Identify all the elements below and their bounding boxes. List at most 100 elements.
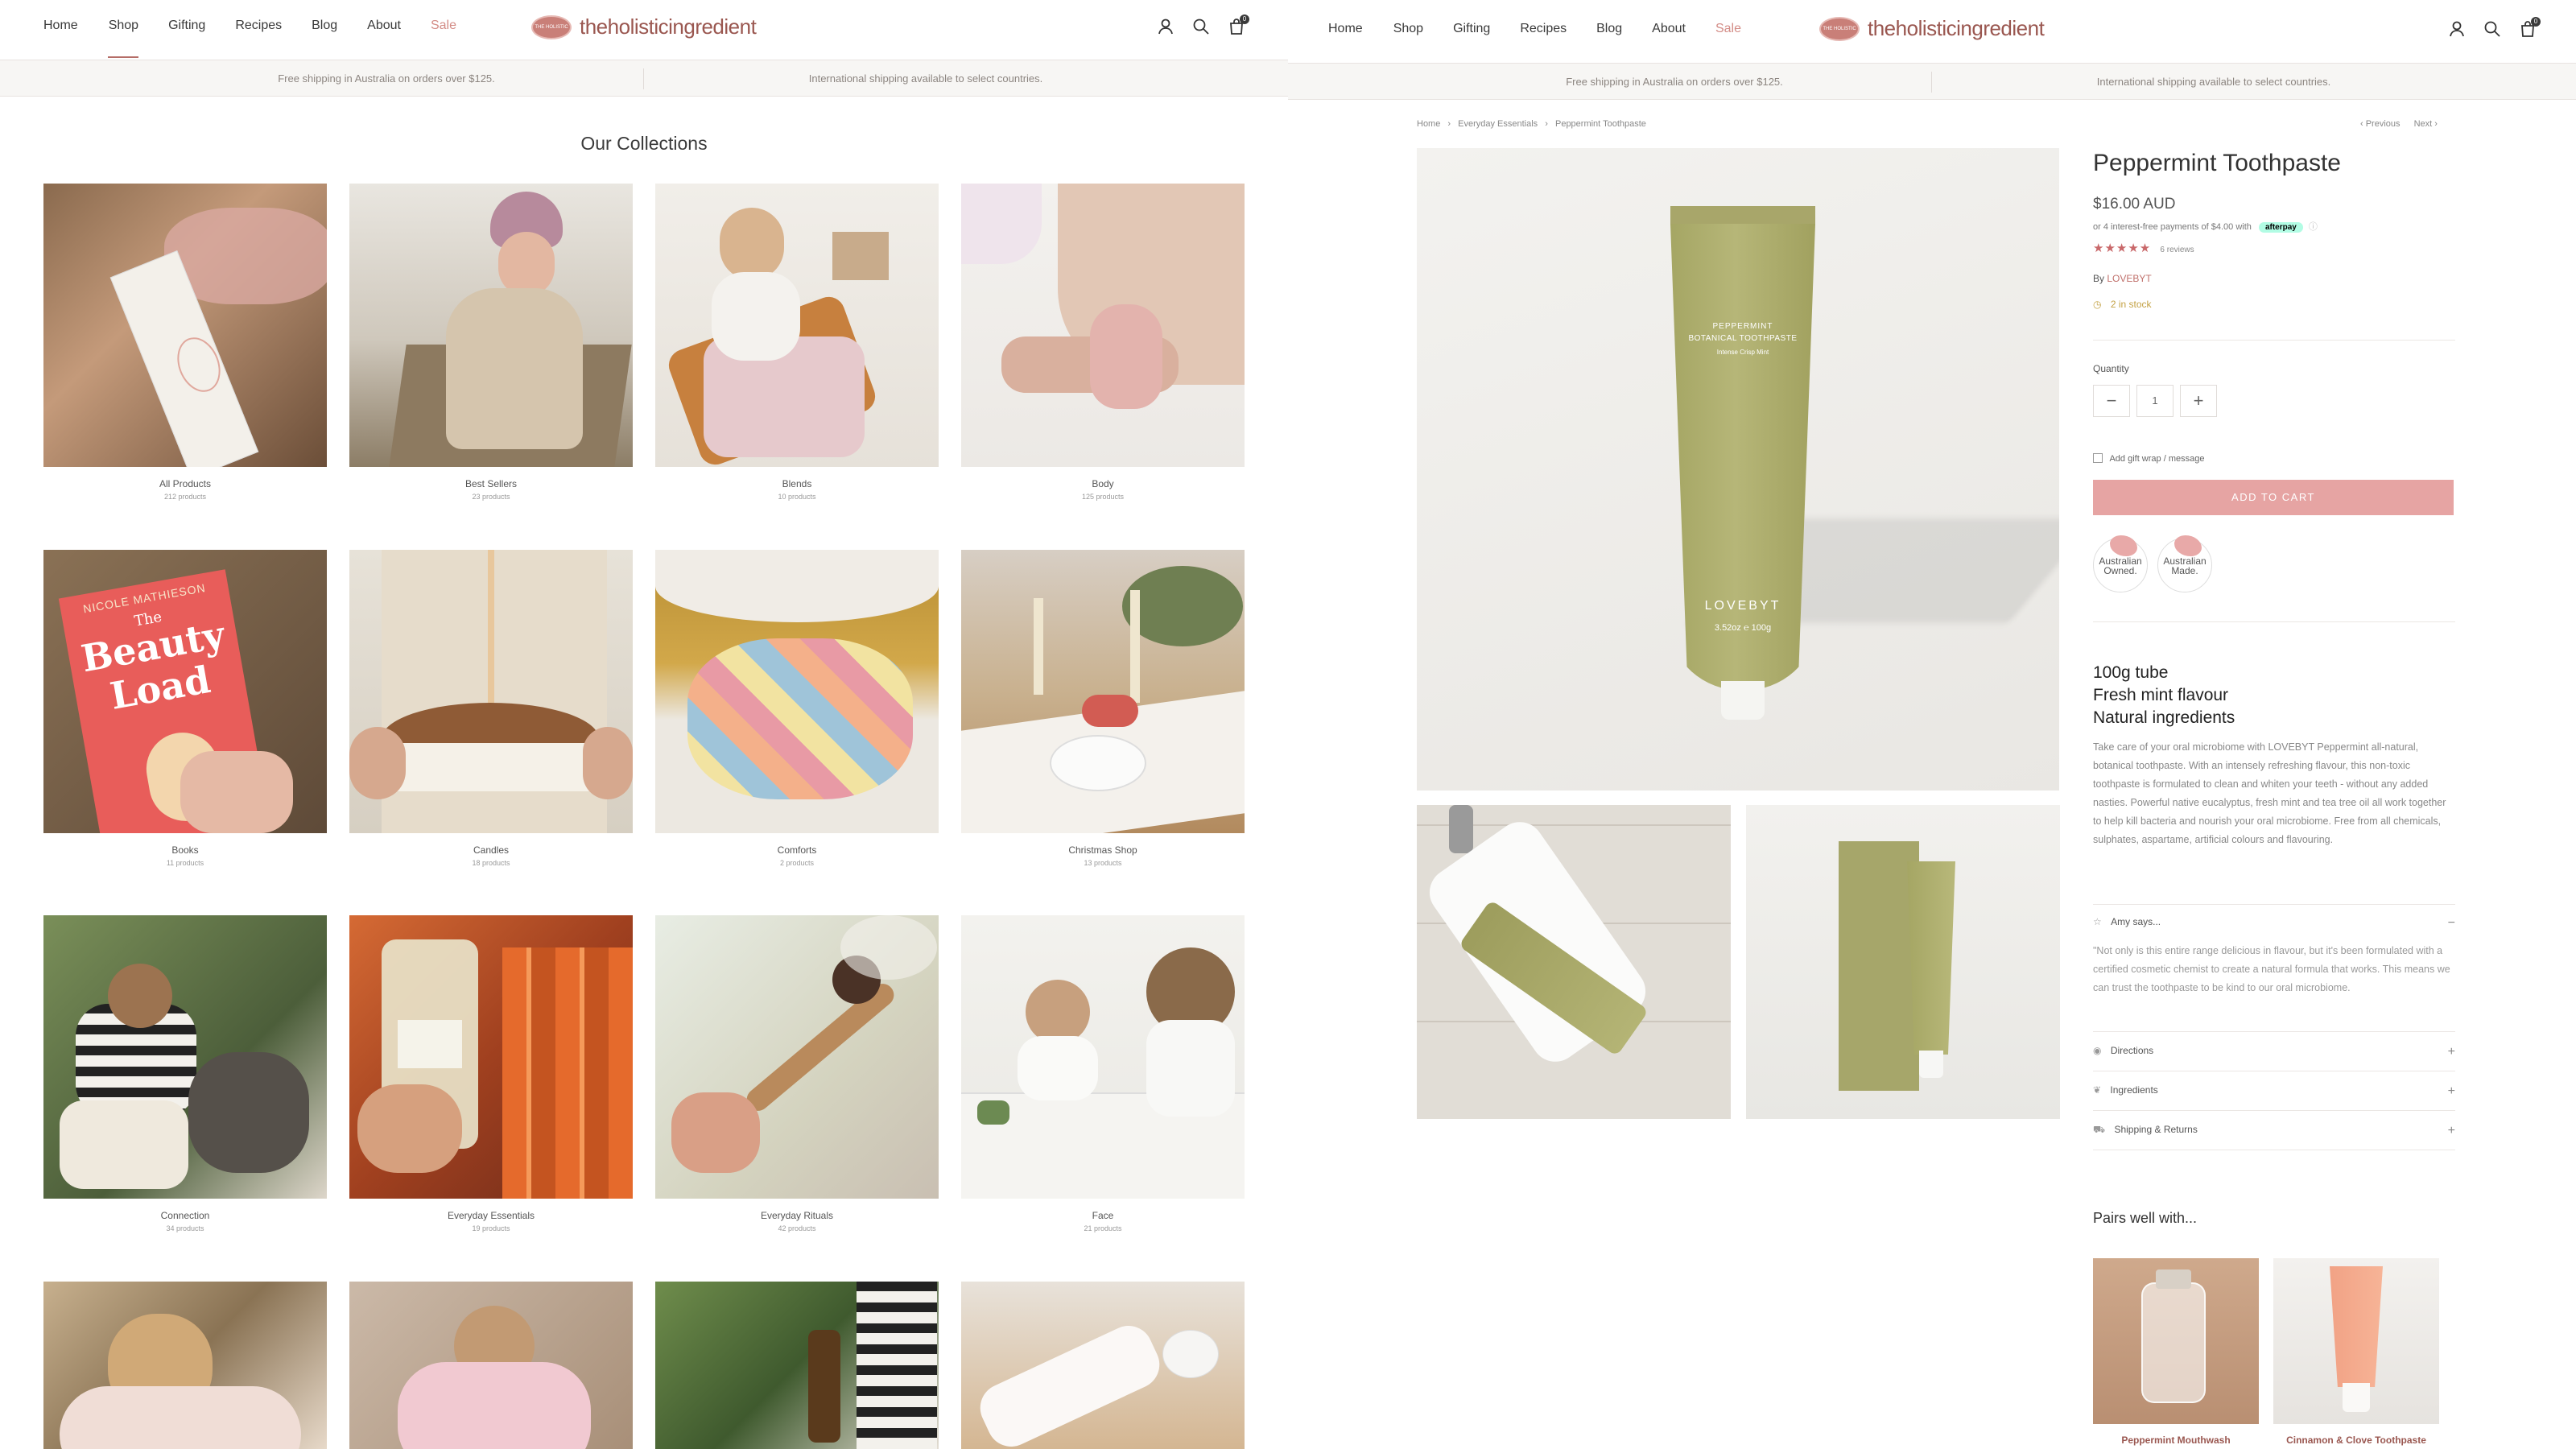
nav-blog[interactable]: Blog xyxy=(312,19,337,33)
product-thumbnail[interactable] xyxy=(1746,805,2060,1119)
tube-weight: 3.52oz ℮ 100g xyxy=(1714,623,1772,633)
collection-image[interactable] xyxy=(349,915,633,1199)
collection-card[interactable] xyxy=(961,1282,1245,1449)
pair-product-image[interactable] xyxy=(2273,1258,2439,1424)
collection-image[interactable] xyxy=(961,184,1245,467)
plus-icon[interactable]: + xyxy=(2448,1084,2455,1099)
collection-card[interactable]: Christmas Shop 13 products xyxy=(961,550,1245,867)
nav-home[interactable]: Home xyxy=(1328,22,1363,36)
product-pager: ‹ Previous Next › xyxy=(2360,119,2438,129)
collection-image[interactable] xyxy=(655,550,939,833)
nav-gifting[interactable]: Gifting xyxy=(1453,22,1490,36)
collection-image[interactable] xyxy=(961,915,1245,1199)
quantity-input[interactable]: 1 xyxy=(2136,385,2174,417)
divider xyxy=(2093,904,2455,905)
info-icon[interactable]: ⓘ xyxy=(2309,222,2318,232)
collection-image[interactable] xyxy=(961,1282,1245,1449)
truck-icon: ⛟ xyxy=(2093,1124,2106,1135)
pair-product-image[interactable] xyxy=(2093,1258,2259,1424)
collection-card[interactable]: Best Sellers 23 products xyxy=(349,184,633,501)
site-logo[interactable]: THE HOLISTIC theholisticingredient xyxy=(531,14,757,39)
accordion-amy-says[interactable]: ☆ Amy says... − xyxy=(2093,916,2455,930)
collection-card[interactable]: Candles 18 products xyxy=(349,550,633,867)
announcement-right: International shipping available to sele… xyxy=(2096,76,2331,88)
collection-card[interactable]: Everyday Rituals 42 products xyxy=(655,915,939,1232)
collection-image[interactable] xyxy=(43,915,327,1199)
collection-card[interactable]: NICOLE MATHIESON The Beauty Load Books 1… xyxy=(43,550,327,867)
nav-blog[interactable]: Blog xyxy=(1596,22,1622,36)
collection-image[interactable] xyxy=(43,184,327,467)
collection-image[interactable] xyxy=(655,184,939,467)
collection-name: Body xyxy=(1092,478,1114,489)
collection-name: Connection xyxy=(160,1210,210,1221)
collection-card[interactable] xyxy=(349,1282,633,1449)
collection-card[interactable]: All Products 212 products xyxy=(43,184,327,501)
nav-shop[interactable]: Shop xyxy=(1393,22,1423,36)
breadcrumb-collection[interactable]: Everyday Essentials xyxy=(1458,119,1538,129)
search-icon[interactable] xyxy=(1192,18,1210,35)
accordion-directions[interactable]: ◉ Directions + xyxy=(2093,1045,2455,1059)
nav-about[interactable]: About xyxy=(367,19,401,33)
collection-count: 125 products xyxy=(1081,493,1125,501)
nav-home[interactable]: Home xyxy=(43,19,78,33)
pair-product-name[interactable]: Cinnamon & Clove Toothpaste xyxy=(2273,1435,2439,1446)
collection-card[interactable]: Everyday Essentials 19 products xyxy=(349,915,633,1232)
accordion-shipping[interactable]: ⛟ Shipping & Returns + xyxy=(2093,1124,2455,1137)
collection-card[interactable]: Connection 34 products xyxy=(43,915,327,1232)
collection-image[interactable] xyxy=(43,1282,327,1449)
collection-card[interactable] xyxy=(655,1282,939,1449)
account-icon[interactable] xyxy=(1157,18,1174,35)
plus-icon[interactable]: + xyxy=(2448,1045,2455,1059)
breadcrumb-home[interactable]: Home xyxy=(1417,119,1440,129)
feature-item: Natural ingredients xyxy=(2093,708,2235,727)
collection-image[interactable] xyxy=(655,915,939,1199)
site-logo[interactable]: THE HOLISTIC theholisticingredient xyxy=(1819,16,2045,41)
product-thumbnail[interactable] xyxy=(1417,805,1731,1119)
nav-gifting[interactable]: Gifting xyxy=(168,19,205,33)
collection-image[interactable] xyxy=(655,1282,939,1449)
nav-sale[interactable]: Sale xyxy=(1715,22,1741,36)
main-product-image[interactable]: PEPPERMINT BOTANICAL TOOTHPASTE Intense … xyxy=(1417,148,2059,791)
account-icon[interactable] xyxy=(2448,20,2466,38)
collection-card[interactable]: Body 125 products xyxy=(961,184,1245,501)
collection-name: Candles xyxy=(473,844,510,856)
minus-icon[interactable]: − xyxy=(2448,916,2455,931)
collection-image[interactable] xyxy=(349,1282,633,1449)
nav-sale[interactable]: Sale xyxy=(431,19,456,33)
collection-card[interactable] xyxy=(43,1282,327,1449)
product-page: Home Shop Gifting Recipes Blog About Sal… xyxy=(1288,0,2576,1449)
gift-wrap-option[interactable]: Add gift wrap / message xyxy=(2093,453,2455,464)
rating[interactable]: ★★★★★ 6 reviews xyxy=(2093,241,2455,255)
tube-label-2: BOTANICAL TOOTHPASTE xyxy=(1688,334,1798,343)
brand-link[interactable]: LOVEBYT xyxy=(2107,273,2151,284)
afterpay-badge[interactable]: afterpay xyxy=(2258,222,2303,233)
pair-product-name[interactable]: Peppermint Mouthwash xyxy=(2093,1435,2259,1446)
add-to-cart-button[interactable]: ADD TO CART xyxy=(2093,480,2454,515)
nav-shop[interactable]: Shop xyxy=(109,19,138,33)
nav-recipes[interactable]: Recipes xyxy=(235,19,282,33)
tube-label-3: Intense Crisp Mint xyxy=(1716,349,1769,356)
review-count[interactable]: 6 reviews xyxy=(2160,246,2194,254)
accordion-ingredients[interactable]: ❦ Ingredients + xyxy=(2093,1084,2455,1099)
next-link[interactable]: Next › xyxy=(2414,119,2438,129)
nav-about[interactable]: About xyxy=(1652,22,1686,36)
collection-image[interactable] xyxy=(349,550,633,833)
breadcrumb-separator: › xyxy=(1545,119,1548,129)
plus-icon[interactable]: + xyxy=(2448,1124,2455,1138)
gift-wrap-checkbox[interactable] xyxy=(2093,453,2103,463)
collection-image[interactable] xyxy=(961,550,1245,833)
nav-recipes[interactable]: Recipes xyxy=(1520,22,1567,36)
previous-link[interactable]: ‹ Previous xyxy=(2360,119,2401,129)
collection-count: 11 products xyxy=(166,859,204,867)
cart-icon[interactable]: 0 xyxy=(2519,17,2541,38)
collection-image[interactable]: NICOLE MATHIESON The Beauty Load xyxy=(43,550,327,833)
increase-quantity-button[interactable]: + xyxy=(2180,385,2217,417)
collection-card[interactable]: Blends 10 products xyxy=(655,184,939,501)
announcement-bar: Free shipping in Australia on orders ove… xyxy=(0,60,1288,97)
collection-image[interactable] xyxy=(349,184,633,467)
collection-card[interactable]: Comforts 2 products xyxy=(655,550,939,867)
search-icon[interactable] xyxy=(2483,20,2501,38)
cart-icon[interactable]: 0 xyxy=(1228,14,1249,35)
decrease-quantity-button[interactable]: − xyxy=(2093,385,2130,417)
collection-card[interactable]: Face 21 products xyxy=(961,915,1245,1232)
